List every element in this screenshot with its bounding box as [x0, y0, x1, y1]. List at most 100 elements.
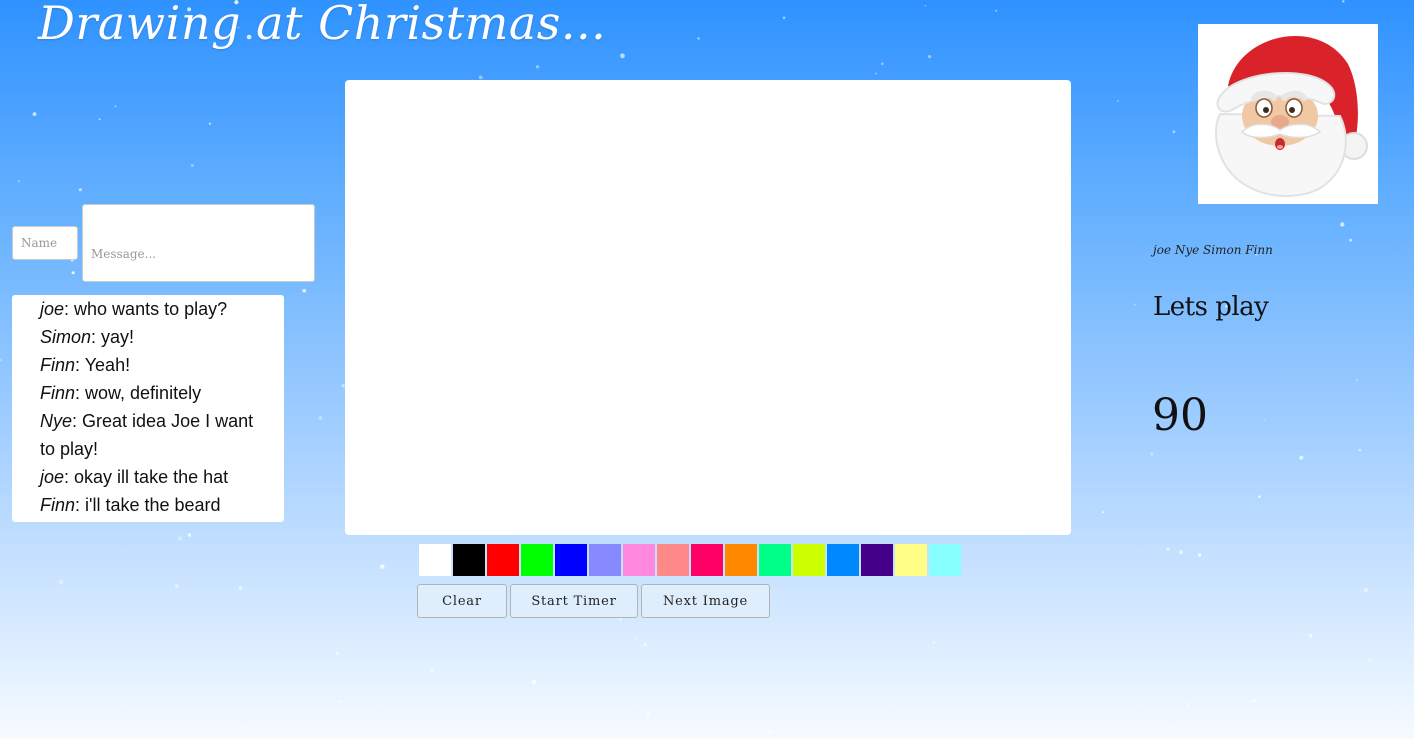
- chat-message: Finn: wow, definitely: [40, 379, 264, 407]
- snowflake: [208, 122, 212, 125]
- chat-text: : wow, definitely: [75, 383, 202, 403]
- chat-message: Finn: i'll take the beard: [40, 491, 264, 519]
- chat-log: joe: who wants to play? Simon: yay! Finn…: [12, 295, 284, 522]
- chat-text: : Great idea Joe I want to play!: [40, 411, 254, 459]
- snowflake: [532, 679, 537, 684]
- clear-button[interactable]: Clear: [417, 584, 507, 618]
- color-swatch[interactable]: [895, 544, 927, 576]
- snowflake: [1263, 419, 1266, 421]
- snowflake: [643, 642, 647, 647]
- chat-text: : Yeah!: [75, 355, 131, 375]
- page-title: Drawing at Christmas...: [38, 0, 607, 50]
- color-swatch[interactable]: [487, 544, 519, 576]
- color-swatch[interactable]: [521, 544, 553, 576]
- snowflake: [430, 669, 434, 673]
- color-swatch[interactable]: [759, 544, 791, 576]
- color-swatch[interactable]: [555, 544, 587, 576]
- color-swatch[interactable]: [793, 544, 825, 576]
- snowflake: [1169, 725, 1174, 730]
- color-swatch[interactable]: [453, 544, 485, 576]
- color-swatch[interactable]: [657, 544, 689, 576]
- snowflake: [1186, 703, 1190, 707]
- snowflake: [782, 16, 786, 20]
- color-swatch[interactable]: [589, 544, 621, 576]
- chat-message: joe: who wants to play?: [40, 295, 264, 323]
- snowflake: [875, 72, 877, 75]
- reference-image: [1198, 24, 1378, 204]
- control-buttons: Clear Start Timer Next Image: [417, 584, 773, 618]
- snowflake: [880, 62, 884, 66]
- color-swatch[interactable]: [725, 544, 757, 576]
- players-list: joe Nye Simon Finn: [1153, 243, 1273, 257]
- name-input[interactable]: [12, 226, 78, 260]
- snowflake: [535, 65, 540, 69]
- snowflake: [3, 721, 8, 725]
- snowflake: [768, 729, 773, 734]
- snowflake: [924, 4, 927, 7]
- chat-message: Finn: Yeah!: [40, 351, 264, 379]
- snowflake: [98, 118, 101, 121]
- color-swatch[interactable]: [623, 544, 655, 576]
- snowflake: [745, 696, 748, 698]
- snowflake: [302, 288, 307, 293]
- chat-text: : yay!: [91, 327, 135, 347]
- color-swatch[interactable]: [861, 544, 893, 576]
- snowflake: [1252, 699, 1256, 702]
- snowflake: [1197, 553, 1202, 557]
- start-timer-button[interactable]: Start Timer: [510, 584, 638, 618]
- snowflake: [338, 699, 342, 703]
- snowflake: [1179, 550, 1183, 555]
- chat-username: Finn: [40, 383, 76, 403]
- snowflake: [380, 564, 385, 569]
- snowflake: [1299, 455, 1304, 460]
- chat-username: Finn: [40, 355, 76, 375]
- snowflake: [1342, 0, 1345, 3]
- message-input[interactable]: [82, 204, 315, 282]
- snowflake: [697, 37, 700, 40]
- snowflake: [32, 112, 37, 116]
- color-swatch[interactable]: [691, 544, 723, 576]
- snowflake: [335, 651, 339, 656]
- game-prompt: Lets play: [1153, 292, 1269, 322]
- snowflake: [190, 163, 194, 167]
- chat-message: joe: okay ill take the hat: [40, 463, 264, 491]
- snowflake: [1258, 495, 1261, 498]
- drawing-canvas[interactable]: [345, 80, 1071, 535]
- chat-text: : i'll take the beard: [75, 495, 221, 515]
- chat-username: joe: [40, 467, 65, 487]
- snowflake: [646, 712, 651, 717]
- snowflake: [928, 55, 932, 59]
- next-image-button[interactable]: Next Image: [641, 584, 770, 618]
- snowflake: [318, 416, 323, 420]
- color-palette: [419, 544, 963, 576]
- snowflake: [1340, 222, 1345, 227]
- snowflake: [78, 188, 82, 192]
- snowflake: [1358, 448, 1362, 452]
- chat-message: Simon: yay!: [40, 323, 264, 351]
- snowflake: [634, 636, 638, 640]
- snowflake: [995, 9, 998, 12]
- snowflake: [177, 536, 183, 541]
- snowflake: [620, 53, 625, 59]
- chat-username: joe: [40, 299, 65, 319]
- snowflake: [1116, 99, 1119, 103]
- snowflake: [187, 533, 192, 537]
- chat-text: : okay ill take the hat: [64, 467, 229, 487]
- snowflake: [1355, 379, 1358, 382]
- snowflake: [238, 586, 243, 590]
- snowflake: [1101, 511, 1105, 514]
- snowflake: [18, 180, 20, 183]
- snowflake: [1349, 238, 1353, 242]
- snowflake: [1367, 659, 1371, 662]
- color-swatch[interactable]: [929, 544, 961, 576]
- snowflake: [932, 641, 935, 644]
- countdown-timer: 90: [1152, 390, 1208, 441]
- chat-username: Nye: [40, 411, 73, 431]
- snowflake: [1363, 587, 1369, 593]
- snowflake: [239, 726, 243, 730]
- chat-message: Nye: Great idea Joe I want to play!: [40, 407, 264, 463]
- color-swatch[interactable]: [419, 544, 451, 576]
- snowflake: [108, 650, 110, 652]
- snowflake: [58, 579, 64, 585]
- color-swatch[interactable]: [827, 544, 859, 576]
